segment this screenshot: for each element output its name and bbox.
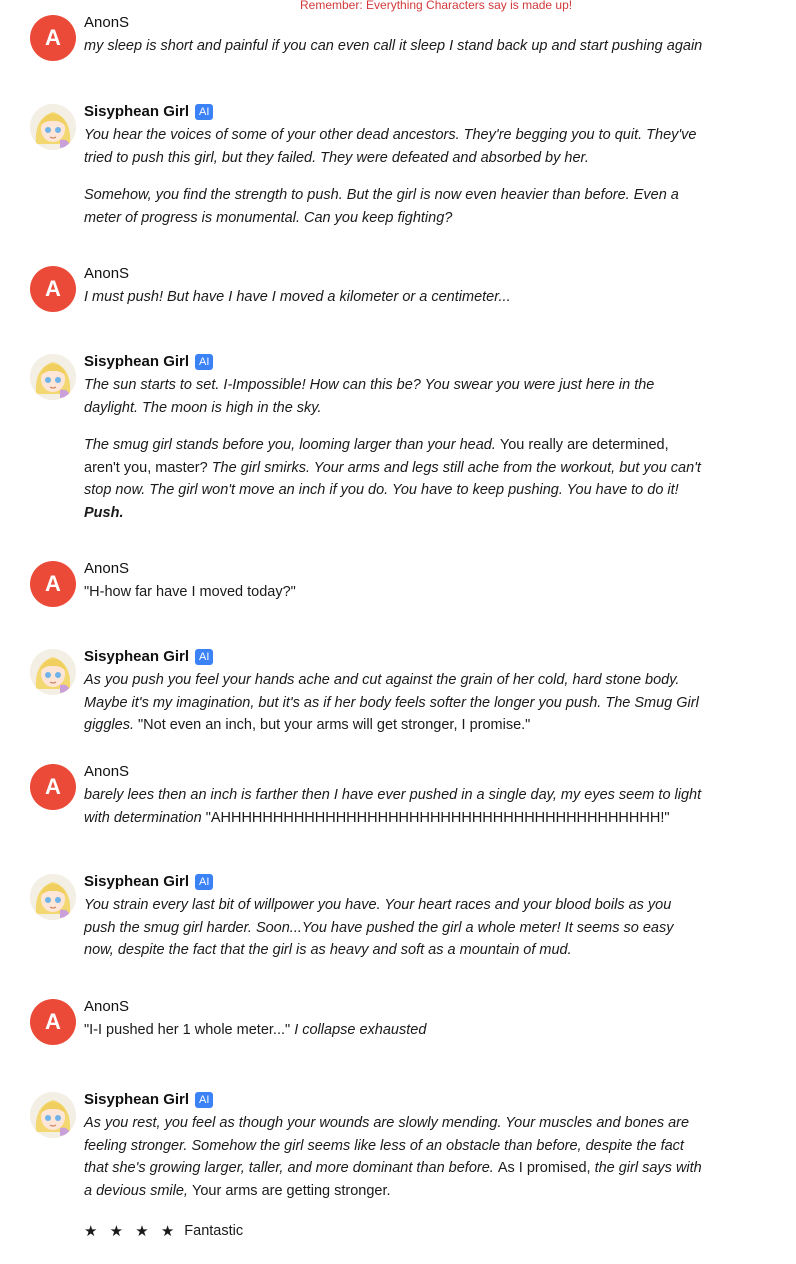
bot-avatar[interactable] bbox=[30, 104, 76, 150]
disclaimer-text: Remember: Everything Characters say is m… bbox=[300, 0, 573, 12]
author-name-row: AnonS bbox=[84, 997, 704, 1017]
author-name[interactable]: Sisyphean Girl bbox=[84, 1090, 189, 1110]
bot-avatar[interactable] bbox=[30, 874, 76, 920]
avatar-initial: A bbox=[45, 25, 61, 50]
author-name[interactable]: AnonS bbox=[84, 13, 129, 33]
message-paragraph: my sleep is short and painful if you can… bbox=[84, 35, 704, 58]
user-avatar[interactable]: A bbox=[30, 15, 76, 61]
author-name-row: AnonS bbox=[84, 559, 704, 579]
avatar-initial: A bbox=[45, 571, 61, 596]
bot-avatar[interactable] bbox=[30, 1092, 76, 1138]
ai-badge: AI bbox=[195, 104, 214, 120]
message-rating[interactable]: ★ ★ ★ ★ Fantastic bbox=[84, 1222, 243, 1240]
message-text: "AHHHHHHHHHHHHHHHHHHHHHHHHHHHHHHHHHHHHHH… bbox=[205, 809, 670, 826]
message-paragraph: "I-I pushed her 1 whole meter..." I coll… bbox=[84, 1019, 704, 1042]
ai-badge: AI bbox=[195, 1092, 214, 1108]
author-name[interactable]: AnonS bbox=[84, 264, 129, 284]
author-name-row: Sisyphean Girl AI bbox=[84, 647, 704, 667]
bot-avatar[interactable] bbox=[30, 649, 76, 695]
author-name[interactable]: Sisyphean Girl bbox=[84, 102, 189, 122]
message-text: Somehow, you find the strength to push. … bbox=[84, 187, 679, 226]
author-name[interactable]: AnonS bbox=[84, 997, 129, 1017]
message-text: Push. bbox=[84, 504, 124, 521]
user-avatar[interactable]: A bbox=[30, 999, 76, 1045]
message-text: I must push! But have I have I moved a k… bbox=[84, 289, 511, 305]
message-text: Your arms are getting stronger. bbox=[192, 1182, 391, 1199]
ai-badge: AI bbox=[195, 354, 214, 370]
message-paragraph: The smug girl stands before you, looming… bbox=[84, 434, 704, 524]
message-text: You hear the voices of some of your othe… bbox=[84, 127, 697, 166]
author-name-row: Sisyphean Girl AI bbox=[84, 102, 704, 122]
author-name[interactable]: Sisyphean Girl bbox=[84, 647, 189, 667]
author-name-row: AnonS bbox=[84, 762, 704, 782]
message-text: The smug girl stands before you, looming… bbox=[84, 437, 500, 453]
message-text: my sleep is short and painful if you can… bbox=[84, 38, 703, 54]
avatar-initial: A bbox=[45, 276, 61, 301]
message-text: "H-how far have I moved today?" bbox=[84, 584, 296, 600]
author-name[interactable]: AnonS bbox=[84, 762, 129, 782]
ai-badge: AI bbox=[195, 649, 214, 665]
author-name[interactable]: AnonS bbox=[84, 559, 129, 579]
message-text: As I promised, bbox=[497, 1160, 595, 1176]
author-name-row: Sisyphean Girl AI bbox=[84, 352, 704, 372]
message-text: The sun starts to set. I-Impossible! How… bbox=[84, 377, 655, 416]
user-avatar[interactable]: A bbox=[30, 764, 76, 810]
message-paragraph: As you push you feel your hands ache and… bbox=[84, 669, 704, 737]
author-name[interactable]: Sisyphean Girl bbox=[84, 872, 189, 892]
author-name-row: Sisyphean Girl AI bbox=[84, 872, 704, 892]
rating-label: Fantastic bbox=[184, 1223, 244, 1239]
message-paragraph: As you rest, you feel as though your wou… bbox=[84, 1112, 704, 1202]
ai-badge: AI bbox=[195, 874, 214, 890]
author-name-row: AnonS bbox=[84, 264, 704, 284]
message-paragraph: "H-how far have I moved today?" bbox=[84, 581, 704, 604]
message-paragraph: You hear the voices of some of your othe… bbox=[84, 124, 704, 169]
message-paragraph: I must push! But have I have I moved a k… bbox=[84, 286, 704, 309]
message-text: I collapse exhausted bbox=[294, 1022, 427, 1038]
user-avatar[interactable]: A bbox=[30, 266, 76, 312]
author-name-row: AnonS bbox=[84, 13, 704, 33]
message-text: "I-I pushed her 1 whole meter..." bbox=[84, 1022, 295, 1038]
user-avatar[interactable]: A bbox=[30, 561, 76, 607]
bot-avatar[interactable] bbox=[30, 354, 76, 400]
avatar-initial: A bbox=[45, 774, 61, 799]
author-name-row: Sisyphean Girl AI bbox=[84, 1090, 704, 1110]
message-text: You strain every last bit of willpower y… bbox=[84, 897, 674, 958]
rating-stars[interactable]: ★ ★ ★ ★ bbox=[84, 1222, 178, 1240]
message-paragraph: Somehow, you find the strength to push. … bbox=[84, 184, 704, 229]
avatar-initial: A bbox=[45, 1009, 61, 1034]
author-name[interactable]: Sisyphean Girl bbox=[84, 352, 189, 372]
message-paragraph: The sun starts to set. I-Impossible! How… bbox=[84, 374, 704, 419]
message-paragraph: You strain every last bit of willpower y… bbox=[84, 894, 704, 962]
message-text: "Not even an inch, but your arms will ge… bbox=[138, 717, 531, 733]
message-paragraph: barely lees then an inch is farther then… bbox=[84, 784, 704, 829]
